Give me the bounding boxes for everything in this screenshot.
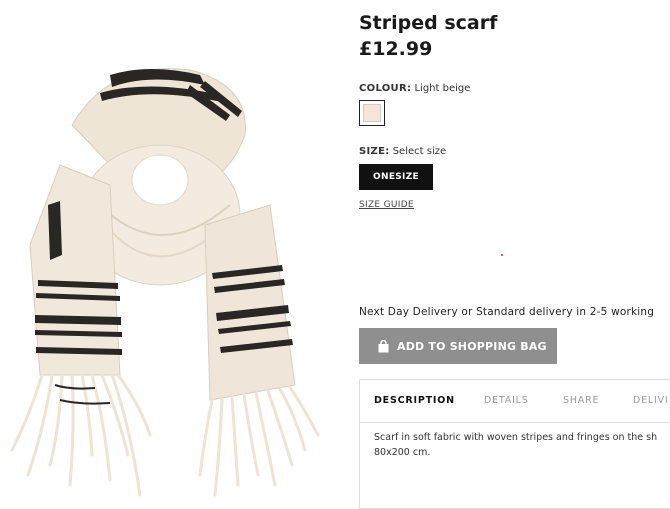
product-tabs-panel: DESCRIPTION DETAILS SHARE DELIVI Scarf i… [359, 379, 670, 509]
product-tabs: DESCRIPTION DETAILS SHARE DELIVI [360, 380, 670, 423]
colour-value: Light beige [414, 83, 471, 94]
tab-details[interactable]: DETAILS [484, 395, 529, 406]
size-selector-label: SIZE: Select size [359, 146, 446, 157]
delivery-info: Next Day Delivery or Standard delivery i… [359, 306, 655, 318]
tab-delivery[interactable]: DELIVI [633, 395, 669, 406]
swatch-fill [363, 104, 381, 122]
tab-description[interactable]: DESCRIPTION [374, 395, 455, 406]
add-to-bag-label: ADD TO SHOPPING BAG [397, 339, 547, 353]
shopping-bag-icon [378, 339, 389, 352]
product-info-panel: Striped scarf £12.99 COLOUR: Light beige… [359, 0, 670, 509]
product-title: Striped scarf [359, 12, 498, 34]
product-price: £12.99 [359, 38, 433, 60]
size-guide-link[interactable]: SIZE GUIDE [359, 200, 414, 210]
size-label: SIZE: [359, 146, 390, 157]
colour-selector-label: COLOUR: Light beige [359, 83, 470, 94]
size-option-onesize[interactable]: ONESIZE [359, 164, 433, 190]
product-description: Scarf in soft fabric with woven stripes … [374, 432, 658, 458]
size-value: Select size [392, 146, 447, 157]
colour-label: COLOUR: [359, 83, 412, 94]
product-image [10, 68, 320, 497]
add-to-shopping-bag-button[interactable]: ADD TO SHOPPING BAG [359, 328, 557, 364]
colour-swatch-light-beige[interactable] [359, 100, 385, 126]
tab-share[interactable]: SHARE [563, 395, 599, 406]
decorative-dot [501, 254, 503, 256]
